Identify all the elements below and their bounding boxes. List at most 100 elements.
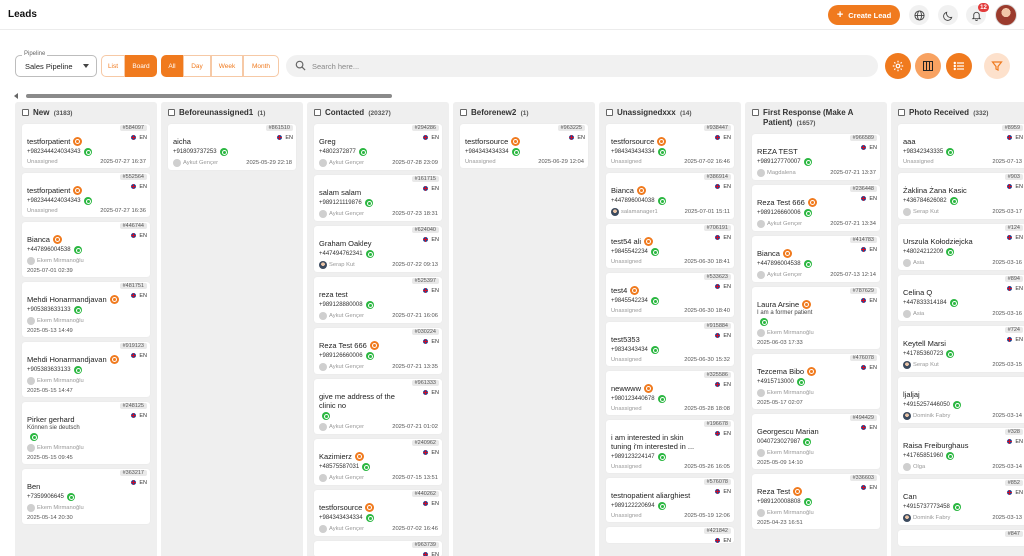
whatsapp-icon[interactable] <box>511 148 520 156</box>
whatsapp-icon[interactable] <box>73 306 82 314</box>
lead-card[interactable]: #336603 EN Reza Test +989120008808 Ekem Mirm… <box>752 474 880 529</box>
lead-card[interactable]: #961333 EN give me address of the clinic n… <box>314 379 442 434</box>
lead-card[interactable]: #124 EN Urszula Kołodziejcka +48024212209 As… <box>898 224 1024 270</box>
user-avatar[interactable] <box>995 4 1017 26</box>
whatsapp-icon[interactable] <box>657 395 666 403</box>
lead-card[interactable]: #386914 EN Bianca +447896004038 salamanager1… <box>606 173 734 219</box>
whatsapp-icon[interactable] <box>803 260 812 268</box>
lead-card[interactable]: #8959 EN aaa +98342343335 Unassigned 2025-07-… <box>898 124 1024 168</box>
column-select-checkbox[interactable] <box>314 109 321 116</box>
whatsapp-icon[interactable] <box>219 148 228 156</box>
lead-card[interactable]: #903 EN Żaklina Żana Kasic +436784626082 Ser… <box>898 173 1024 219</box>
lead-card[interactable]: #963739 EN <box>314 541 442 556</box>
pipeline-select[interactable]: Sales Pipeline <box>15 55 97 77</box>
lead-card[interactable]: #363217 EN Ben +7359906645 Ekem Mirmanoğlu 20… <box>22 469 150 524</box>
lead-card[interactable]: #421842 EN <box>606 527 734 544</box>
lead-card[interactable]: #576078 EN testnopatient aliarghiest +98912… <box>606 478 734 522</box>
create-lead-button[interactable]: + Create Lead <box>828 5 900 25</box>
whatsapp-icon[interactable] <box>73 246 82 254</box>
lead-card[interactable]: #161715 EN salam salam +989121119876 Aykut G… <box>314 175 442 221</box>
whatsapp-icon[interactable] <box>30 433 38 441</box>
whatsapp-icon[interactable] <box>952 401 961 409</box>
whatsapp-icon[interactable] <box>650 297 659 305</box>
whatsapp-icon[interactable] <box>358 148 367 156</box>
lead-card[interactable]: ljaljaj +4915257446050 Dominik Fabry 2025-0… <box>898 377 1024 423</box>
search-input[interactable]: Search here... <box>286 55 878 77</box>
view-tab-list[interactable]: List <box>101 55 125 77</box>
view-tab-board[interactable]: Board <box>125 55 157 77</box>
lead-card[interactable]: #248125 EN Pirker gerhard Können sie deutsc… <box>22 402 150 464</box>
whatsapp-icon[interactable] <box>365 352 374 360</box>
lead-card[interactable]: #919123 EN Mehdi Honarmandjavan +9053836331… <box>22 342 150 397</box>
lead-card[interactable]: #414783 EN Bianca +447896004538 Aykut Gençer… <box>752 236 880 282</box>
column-select-checkbox[interactable] <box>168 109 175 116</box>
column-select-checkbox[interactable] <box>22 109 29 116</box>
lead-card[interactable]: #847 <box>898 530 1024 546</box>
lead-card[interactable]: #236448 EN Reza Test 666 +989126660006 Aykut… <box>752 185 880 231</box>
lead-card[interactable]: #852 EN Can +4915737773458 Dominik Fabry 2025… <box>898 479 1024 525</box>
lead-card[interactable]: #624040 EN Graham Oakley +447494762341 Serap… <box>314 226 442 272</box>
lead-card[interactable]: #552564 EN testforpatient +982344424034343 U… <box>22 173 150 217</box>
lead-card[interactable]: #440262 EN testforsource +984343434334 Aykut… <box>314 490 442 536</box>
whatsapp-icon[interactable] <box>650 346 659 354</box>
column-select-checkbox[interactable] <box>606 109 613 116</box>
whatsapp-icon[interactable] <box>322 412 330 420</box>
whatsapp-icon[interactable] <box>949 299 958 307</box>
whatsapp-icon[interactable] <box>365 301 374 309</box>
column-select-checkbox[interactable] <box>460 109 467 116</box>
whatsapp-icon[interactable] <box>365 250 374 258</box>
whatsapp-icon[interactable] <box>946 350 955 358</box>
whatsapp-icon[interactable] <box>83 148 92 156</box>
lead-card[interactable]: #476078 EN Tezcema Bibo +4915713000 Ekem Mir… <box>752 354 880 409</box>
whatsapp-icon[interactable] <box>83 197 92 205</box>
lead-card[interactable]: #481751 EN Mehdi Honarmandjavan +9053836331… <box>22 282 150 337</box>
lead-card[interactable]: #963225 EN testforsource +984343434334 Unass… <box>460 124 588 168</box>
lead-card[interactable]: #533623 EN test4 +9845542234 Unassigned 2025-… <box>606 273 734 317</box>
whatsapp-icon[interactable] <box>657 453 666 461</box>
lead-card[interactable]: #446744 EN Bianca +447896004538 Ekem Mirmano… <box>22 222 150 277</box>
whatsapp-icon[interactable] <box>952 503 961 511</box>
range-tab-all[interactable]: All <box>161 55 183 77</box>
whatsapp-icon[interactable] <box>803 498 812 506</box>
columns-view-button[interactable] <box>915 53 941 79</box>
whatsapp-icon[interactable] <box>946 248 955 256</box>
whatsapp-icon[interactable] <box>657 502 666 510</box>
lead-card[interactable]: #325586 EN newwww +980123440678 Unassigned 20… <box>606 371 734 415</box>
whatsapp-icon[interactable] <box>364 199 373 207</box>
range-tab-week[interactable]: Week <box>211 55 243 77</box>
lead-card[interactable]: #294286 EN Greg +4802372877 Aykut Gençer 2025… <box>314 124 442 170</box>
whatsapp-icon[interactable] <box>657 197 666 205</box>
scroll-left-arrow[interactable] <box>14 93 18 99</box>
whatsapp-icon[interactable] <box>760 318 768 326</box>
whatsapp-icon[interactable] <box>946 452 955 460</box>
whatsapp-icon[interactable] <box>803 158 812 166</box>
whatsapp-icon[interactable] <box>66 493 75 501</box>
lead-card[interactable]: #584097 EN testforpatient +982344424034343 U… <box>22 124 150 168</box>
range-tab-day[interactable]: Day <box>183 55 211 77</box>
theme-toggle-button[interactable] <box>938 5 958 25</box>
settings-button[interactable] <box>885 53 911 79</box>
column-select-checkbox[interactable] <box>752 109 759 116</box>
lead-card[interactable]: #706191 EN test54 ali +9845542234 Unassigned… <box>606 224 734 268</box>
column-select-checkbox[interactable] <box>898 109 905 116</box>
whatsapp-icon[interactable] <box>946 148 955 156</box>
whatsapp-icon[interactable] <box>803 209 812 217</box>
whatsapp-icon[interactable] <box>73 366 82 374</box>
lead-card[interactable]: #938447 EN testforsource +984343434334 Unass… <box>606 124 734 168</box>
lead-card[interactable]: #966589 EN REZA TEST +989127770007 Magdalena… <box>752 134 880 180</box>
lead-card[interactable]: #525397 EN reza test +989128880008 Aykut Gen… <box>314 277 442 323</box>
list-options-button[interactable] <box>946 53 972 79</box>
lead-card[interactable]: #724 EN Keytell Marsi +41785360723 Serap Kut… <box>898 326 1024 372</box>
lead-card[interactable]: #030224 EN Reza Test 666 +989126660006 Aykut… <box>314 328 442 374</box>
lead-card[interactable]: #787629 EN Laura Arsine I am a former patie… <box>752 287 880 349</box>
whatsapp-icon[interactable] <box>362 463 371 471</box>
whatsapp-icon[interactable] <box>796 378 805 386</box>
whatsapp-icon[interactable] <box>803 438 812 446</box>
notifications-button[interactable]: 12 <box>966 3 989 25</box>
whatsapp-icon[interactable] <box>650 248 659 256</box>
whatsapp-icon[interactable] <box>365 514 374 522</box>
lead-card[interactable]: #861510 EN aicha +918093737253 Aykut Gençer 2… <box>168 124 296 170</box>
lead-card[interactable]: #196678 EN i am interested in skin tuning … <box>606 420 734 473</box>
lead-card[interactable]: #894 EN Celina Q +447833314184 Asia 2025-03-1… <box>898 275 1024 321</box>
language-globe-button[interactable] <box>909 5 929 25</box>
